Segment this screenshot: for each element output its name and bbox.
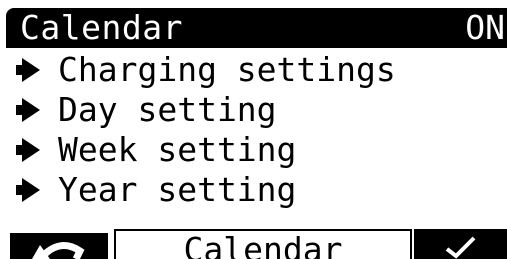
menu-item-label: Charging settings [58, 50, 396, 89]
right-arrow-icon [16, 178, 40, 202]
status-indicator: ON [465, 8, 505, 47]
page-title: Calendar [20, 8, 183, 47]
menu-item-label: Year setting [58, 170, 297, 209]
title-bar: Calendar ON [6, 8, 507, 48]
softkey-bar: Calendar [0, 227, 507, 259]
menu-item-day-setting[interactable]: Day setting [14, 90, 494, 130]
menu-item-label: Day setting [58, 90, 277, 129]
settings-menu: Charging settings Day setting Week setti… [14, 50, 494, 210]
back-softkey[interactable] [10, 233, 108, 259]
menu-item-label: Week setting [58, 130, 297, 169]
menu-item-week-setting[interactable]: Week setting [14, 130, 494, 170]
center-softkey-label: Calendar [183, 230, 343, 259]
right-arrow-icon [16, 98, 40, 122]
menu-item-charging-settings[interactable]: Charging settings [14, 50, 494, 90]
menu-item-year-setting[interactable]: Year setting [14, 170, 494, 210]
right-arrow-icon [16, 138, 40, 162]
lcd-screen: Calendar ON Charging settings Day settin… [0, 0, 507, 259]
check-icon [445, 236, 476, 259]
center-softkey[interactable]: Calendar [114, 229, 412, 259]
ok-softkey[interactable] [414, 229, 507, 259]
back-arrow-icon [32, 242, 85, 259]
right-arrow-icon [16, 58, 40, 82]
